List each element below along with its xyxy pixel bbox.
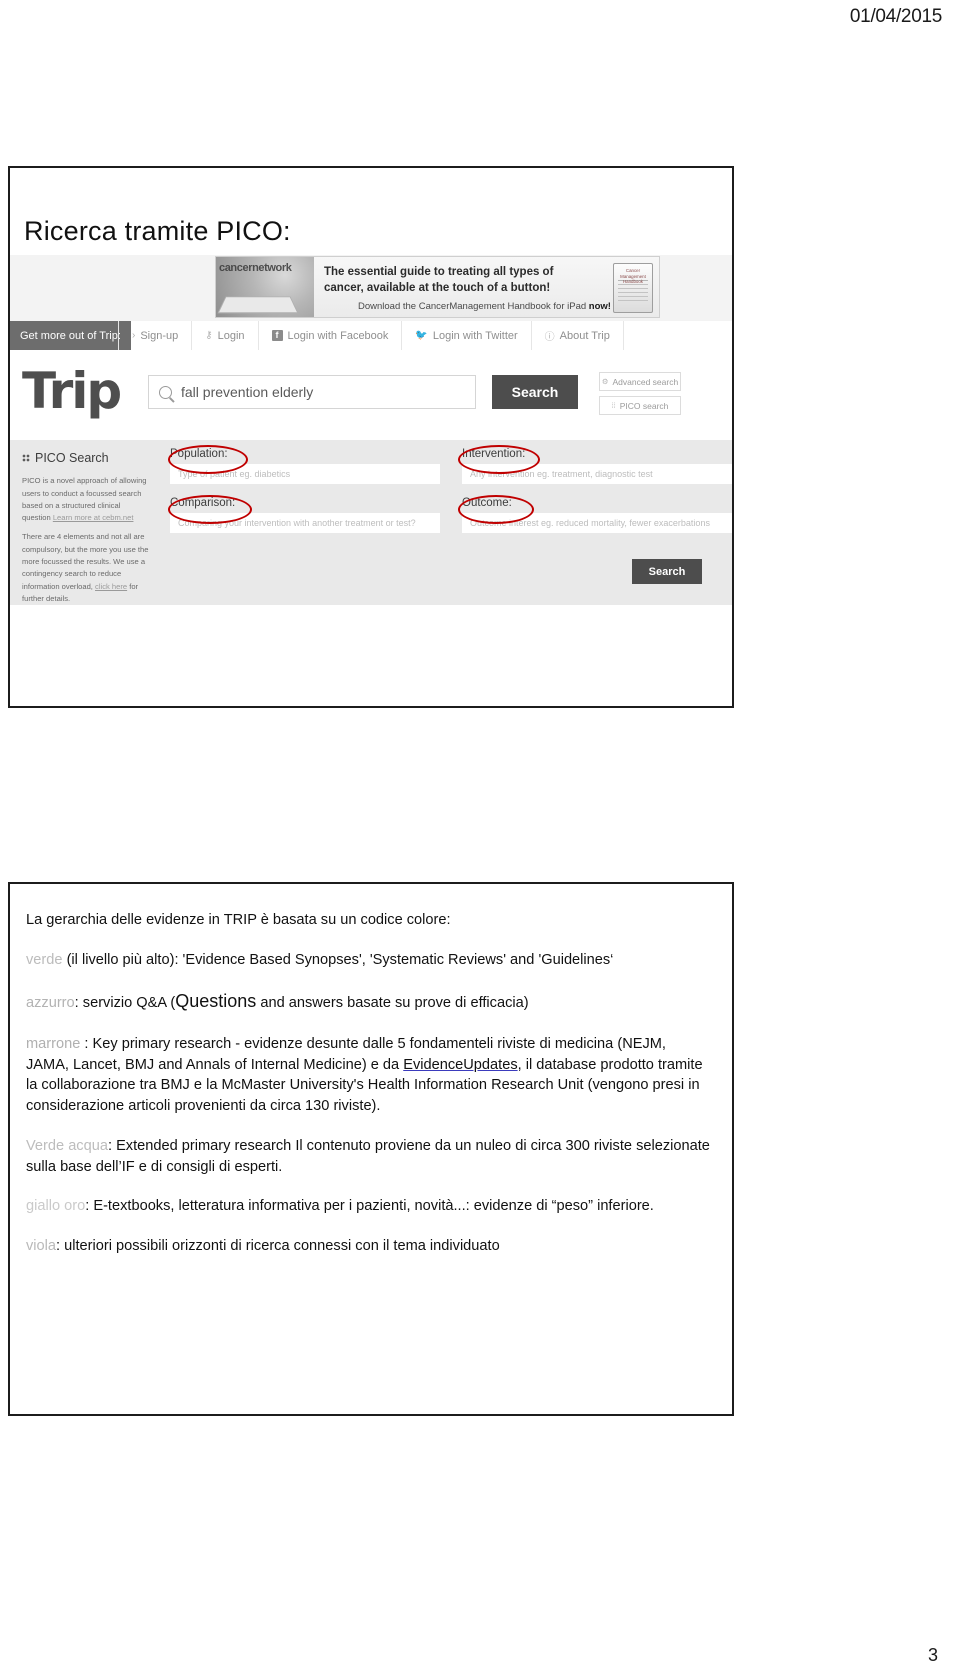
legend-text-azzurro-a: : servizio Q&A ( bbox=[74, 995, 176, 1012]
evidenceupdates-link[interactable]: EvidenceUpdates bbox=[403, 1057, 517, 1073]
key-icon: ⚷ bbox=[205, 330, 213, 341]
slide-pico-screenshot: Ricerca tramite PICO: cancernetwork The … bbox=[8, 166, 734, 708]
search-icon bbox=[159, 385, 172, 399]
search-input-value: fall prevention elderly bbox=[181, 384, 314, 400]
comparison-label: Comparison: bbox=[170, 497, 236, 509]
pico-search-label: PICO search bbox=[619, 400, 669, 411]
outcome-label: Outcome: bbox=[462, 497, 512, 509]
legend-item-marrone: marrone : Key primary research - evidenz… bbox=[26, 1034, 712, 1117]
intervention-placeholder: Any intervention eg. treatment, diagnost… bbox=[470, 469, 653, 479]
handbook-thumbnail-icon: Cancer Management Handbook bbox=[613, 263, 653, 313]
pico-intro-paragraph-2: There are 4 elements and not all are com… bbox=[22, 531, 150, 605]
pico-search-heading-label: PICO Search bbox=[35, 451, 109, 465]
topbar-item-login[interactable]: ⚷ Login bbox=[192, 321, 259, 350]
banner-sub-brand: CancerManagement bbox=[418, 301, 505, 312]
legend-item-giallo-oro: giallo oro: E-textbooks, letteratura inf… bbox=[26, 1196, 712, 1217]
pico-intro-paragraph-1: PICO is a novel approach of allowing use… bbox=[22, 475, 150, 524]
legend-keyword-marrone: marrone bbox=[26, 1035, 81, 1052]
page-number: 3 bbox=[927, 1645, 938, 1665]
grid-icon: ⁞⁞ bbox=[611, 401, 616, 410]
topbar-item-label: About Trip bbox=[559, 329, 610, 342]
comparison-input[interactable]: Comparing your intervention with another… bbox=[170, 513, 440, 533]
legend-text-azzurro-b: and answers basate su prove di efficacia… bbox=[256, 995, 529, 1012]
topbar-item-login-facebook[interactable]: f Login with Facebook bbox=[259, 321, 403, 350]
banner-headline: The essential guide to treating all type… bbox=[324, 266, 554, 294]
legend-text-verde: (il livello più alto): 'Evidence Based S… bbox=[62, 951, 614, 968]
search-button[interactable]: Search bbox=[492, 375, 578, 409]
chevron-right-icon: › bbox=[132, 330, 136, 341]
pico-description: PICO Search PICO is a novel approach of … bbox=[22, 448, 150, 612]
grid-icon bbox=[22, 454, 30, 463]
comparison-placeholder: Comparing your intervention with another… bbox=[178, 518, 416, 528]
handbook-title: Cancer Management Handbook bbox=[620, 268, 646, 284]
advanced-search-button[interactable]: ⚙ Advanced search bbox=[599, 372, 681, 391]
legend-text-viola: : ulteriori possibili orizzonti di ricer… bbox=[56, 1238, 500, 1255]
topbar-item-label: Sign-up bbox=[140, 329, 179, 342]
intervention-input[interactable]: Any intervention eg. treatment, diagnost… bbox=[462, 464, 732, 484]
banner-sub-mid: Handbook for iPad bbox=[504, 301, 589, 312]
topbar-item-label: Login with Twitter bbox=[432, 329, 518, 342]
population-input[interactable]: Type of patient eg. diabetics bbox=[170, 464, 440, 484]
outcome-input[interactable]: Outcome interest eg. reduced mortality, … bbox=[462, 513, 732, 533]
advanced-search-label: Advanced search bbox=[612, 376, 679, 387]
search-input[interactable]: fall prevention elderly bbox=[148, 375, 476, 409]
slide-title: Ricerca tramite PICO: bbox=[24, 216, 291, 246]
pico-search-button[interactable]: ⁞⁞ PICO search bbox=[599, 396, 681, 415]
banner-photo: cancernetwork bbox=[216, 257, 314, 317]
topbar-item-signup[interactable]: › Sign-up bbox=[118, 321, 193, 350]
topbar-lead-label: Get more out of Trip: bbox=[10, 321, 131, 350]
facebook-icon: f bbox=[271, 330, 283, 341]
outcome-placeholder: Outcome interest eg. reduced mortality, … bbox=[470, 518, 710, 528]
legend-text-azzurro-emph: Questions bbox=[175, 991, 257, 1012]
trip-topbar: Get more out of Trip: › Sign-up ⚷ Login … bbox=[10, 321, 732, 351]
legend-item-verde-acqua: Verde acqua: Extended primary research I… bbox=[26, 1136, 712, 1177]
trip-search-band: Trip fall prevention elderly Search ⚙ Ad… bbox=[10, 350, 732, 438]
legend-text-giallo-oro: : E-textbooks, letteratura informativa p… bbox=[85, 1198, 654, 1215]
info-circle-icon: ⓘ bbox=[544, 332, 555, 343]
pico-panel-search-button[interactable]: Search bbox=[632, 559, 702, 584]
legend-item-azzurro: azzurro: servizio Q&A (Questions and ans… bbox=[26, 989, 712, 1015]
legend-item-viola: viola: ulteriori possibili orizzonti di … bbox=[26, 1236, 712, 1257]
population-placeholder: Type of patient eg. diabetics bbox=[178, 469, 291, 479]
legend-keyword-giallo-oro: giallo oro bbox=[26, 1198, 86, 1215]
pico-search-heading: PICO Search bbox=[22, 448, 150, 468]
legend-item-verde: verde (il livello più alto): 'Evidence B… bbox=[26, 950, 712, 971]
banner-sub-cta: now! bbox=[588, 301, 611, 312]
pico-search-panel: PICO Search PICO is a novel approach of … bbox=[10, 440, 732, 605]
topbar-item-about-trip[interactable]: ⓘ About Trip bbox=[532, 321, 624, 350]
pico-column-right: Intervention: Any intervention eg. treat… bbox=[462, 448, 732, 546]
cancernetwork-logo: cancernetwork bbox=[219, 262, 292, 274]
topbar-items: › Sign-up ⚷ Login f Login with Facebook … bbox=[118, 321, 624, 350]
intervention-label: Intervention: bbox=[462, 448, 526, 460]
banner-subline: Download the CancerManagement Handbook f… bbox=[358, 301, 611, 312]
pico-column-left: Population: Type of patient eg. diabetic… bbox=[170, 448, 440, 546]
legend-keyword-verde-acqua: Verde acqua bbox=[26, 1137, 108, 1154]
page-date: 01/04/2015 bbox=[849, 6, 942, 27]
legend-keyword-viola: viola bbox=[26, 1238, 57, 1255]
banner-sub-prefix: Download the bbox=[358, 301, 419, 312]
gear-icon: ⚙ bbox=[601, 377, 609, 386]
click-here-link[interactable]: click here bbox=[95, 582, 127, 591]
legend-text-verde-acqua: : Extended primary research Il contenuto… bbox=[26, 1137, 710, 1175]
legend-keyword-azzurro: azzurro bbox=[26, 995, 75, 1012]
twitter-bird-icon: 🐦 bbox=[415, 330, 428, 341]
legend-intro: La gerarchia delle evidenze in TRIP è ba… bbox=[26, 912, 451, 928]
topbar-item-label: Login with Facebook bbox=[287, 329, 389, 342]
legend-keyword-verde: verde bbox=[26, 951, 63, 968]
cancer-network-ad-banner[interactable]: cancernetwork The essential guide to tre… bbox=[215, 256, 660, 318]
slide-color-code-legend: La gerarchia delle evidenze in TRIP è ba… bbox=[8, 882, 734, 1416]
topbar-item-label: Login bbox=[217, 329, 245, 342]
cebm-link[interactable]: Learn more at cebm.net bbox=[53, 513, 134, 522]
pico-fields: Population: Type of patient eg. diabetic… bbox=[170, 448, 732, 568]
topbar-item-login-twitter[interactable]: 🐦 Login with Twitter bbox=[402, 321, 532, 350]
population-label: Population: bbox=[170, 448, 228, 460]
trip-logo[interactable]: Trip bbox=[22, 366, 122, 416]
